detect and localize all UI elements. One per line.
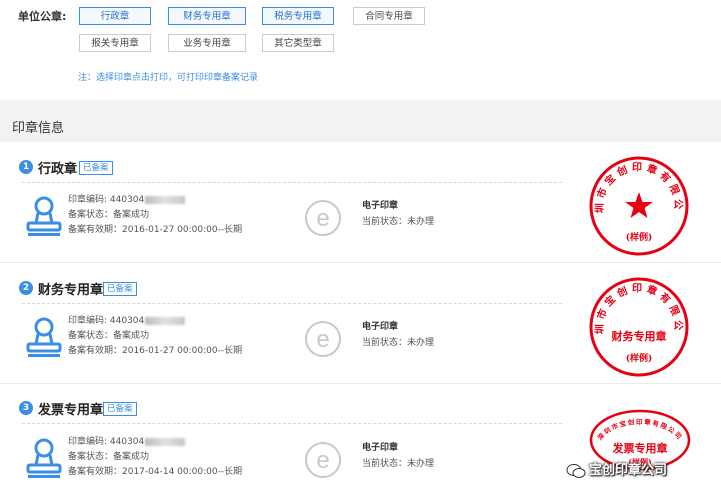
seal-name-2: 财务专用章: [38, 283, 104, 298]
seal-type-button-admin[interactable]: 行政章: [79, 7, 151, 25]
divider-2: [22, 303, 562, 304]
filed-badge-1: 已备案: [79, 161, 113, 175]
electronic-seal-title-1: 电子印章: [362, 201, 399, 211]
seal-person-icon: [26, 317, 62, 357]
seal-type-button-contract[interactable]: 合同专用章: [353, 7, 425, 25]
electronic-seal-icon: e: [305, 321, 341, 357]
watermark: 宝创印章公司: [566, 460, 667, 482]
validity-1: 备案有效期：2016-01-27 00:00:00--长期: [68, 225, 243, 235]
seal-code-2: 印章编码: 440304: [68, 314, 242, 329]
seal-type-button-customs[interactable]: 报关专用章: [79, 34, 151, 52]
unit-seal-label: 单位公章:: [18, 10, 67, 23]
seal-person-icon: [26, 196, 62, 236]
section-header-bar: [0, 100, 721, 142]
wechat-icon: [566, 463, 586, 478]
validity-3: 备案有效期：2017-04-14 00:00:00--长期: [68, 467, 243, 477]
seal-info-2: 印章编码: 440304 备案状态：备案成功 备案有效期：2016-01-27 …: [68, 314, 242, 359]
electronic-seal-status-1: 当前状态：未办理: [362, 217, 435, 227]
seal-type-button-tax[interactable]: 税务专用章: [262, 7, 334, 25]
seal-type-panel: 单位公章: 行政章 财务专用章 税务专用章 合同专用章 报关专用章 业务专用章 …: [0, 0, 721, 96]
svg-text:财务专用章: 财务专用章: [611, 329, 667, 343]
stamp-sample-1: 深圳市宝创印章有限公司 (样例): [588, 155, 689, 256]
electronic-seal-icon: e: [305, 442, 341, 478]
seal-number-2: 2: [19, 281, 33, 295]
svg-text:e: e: [316, 326, 329, 353]
svg-text:深圳市宝创印章有限公司: 深圳市宝创印章有限公司: [595, 417, 684, 442]
electronic-seal-icon: e: [305, 200, 341, 236]
svg-text:发票专用章: 发票专用章: [612, 441, 668, 455]
seal-name-1: 行政章: [38, 162, 78, 177]
electronic-seal-status-2: 当前状态：未办理: [362, 338, 435, 348]
validity-2: 备案有效期：2016-01-27 00:00:00--长期: [68, 346, 243, 356]
seal-number-3: 3: [19, 401, 33, 415]
section-title: 印章信息: [12, 121, 65, 136]
svg-text:深圳市宝创印章有限公司: 深圳市宝创印章有限公司: [588, 276, 684, 334]
svg-text:e: e: [316, 205, 329, 232]
seal-person-icon: [26, 438, 62, 478]
seal-type-button-business[interactable]: 业务专用章: [168, 34, 246, 52]
svg-text:e: e: [316, 447, 329, 474]
seal-name-3: 发票专用章: [38, 403, 104, 418]
seal-code-1: 印章编码: 440304: [68, 193, 242, 208]
print-note: 注：选择印章点击打印，可打印印章备案记录: [78, 73, 259, 83]
seal-type-button-finance[interactable]: 财务专用章: [168, 7, 246, 25]
seal-info-1: 印章编码: 440304 备案状态：备案成功 备案有效期：2016-01-27 …: [68, 193, 242, 238]
filed-badge-3: 已备案: [103, 402, 137, 416]
electronic-seal-title-3: 电子印章: [362, 443, 399, 453]
electronic-seal-status-3: 当前状态：未办理: [362, 459, 435, 469]
filed-badge-2: 已备案: [103, 282, 137, 296]
seal-number-1: 1: [19, 160, 33, 174]
seal-code-3: 印章编码: 440304: [68, 435, 242, 450]
watermark-text: 宝创印章公司: [589, 463, 668, 478]
svg-text:(样例): (样例): [626, 352, 653, 364]
seal-info-3: 印章编码: 440304 备案状态：备案成功 备案有效期：2017-04-14 …: [68, 435, 242, 480]
divider-1: [22, 182, 562, 183]
record-status-1: 备案状态：备案成功: [68, 210, 150, 220]
seal-type-button-other[interactable]: 其它类型章: [262, 34, 334, 52]
svg-text:(样例): (样例): [626, 231, 653, 243]
electronic-seal-title-2: 电子印章: [362, 322, 399, 332]
record-status-3: 备案状态：备案成功: [68, 452, 150, 462]
stamp-sample-2: 深圳市宝创印章有限公司 财务专用章 (样例): [588, 276, 689, 377]
divider-3: [22, 423, 562, 424]
record-status-2: 备案状态：备案成功: [68, 331, 150, 341]
